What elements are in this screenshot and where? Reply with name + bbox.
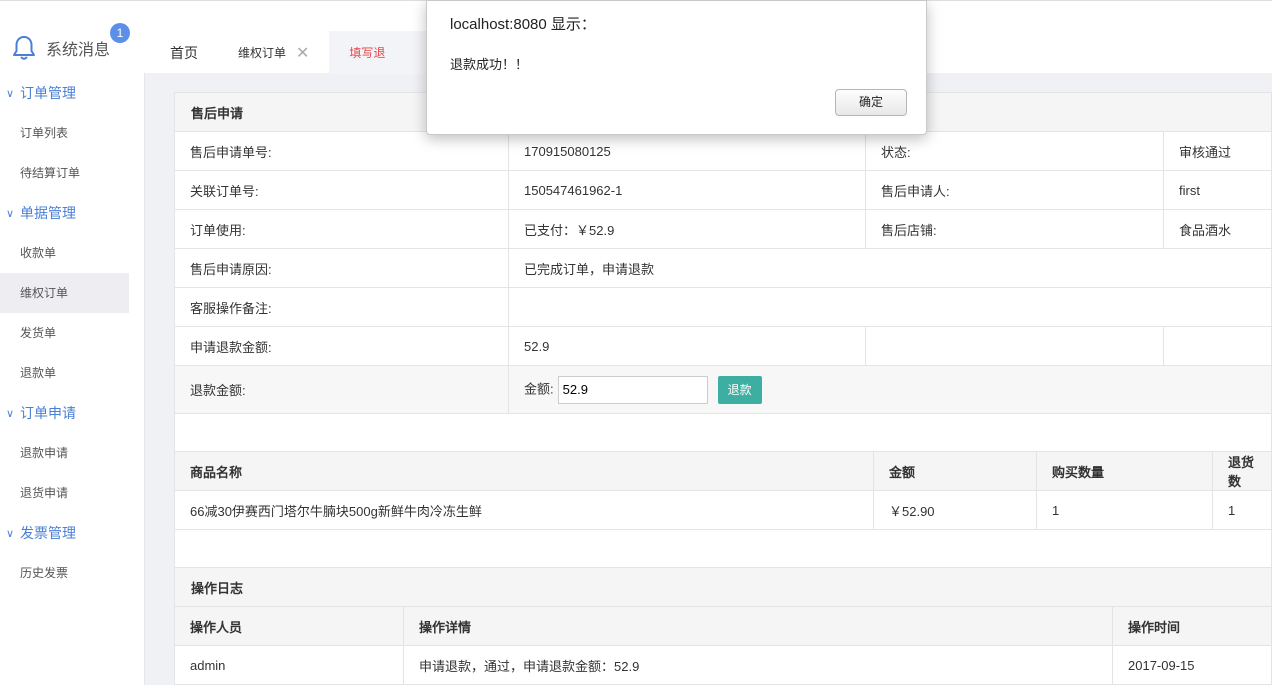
refund-button[interactable]: 退款 (717, 375, 762, 404)
sidebar-item-refund-requests[interactable]: 退款申请 (0, 433, 129, 473)
sidebar-group-label: 订单申请 (20, 405, 76, 421)
notification-badge: 1 (110, 23, 130, 43)
table-row: 66减30伊赛西门塔尔牛腩块500g新鲜牛肉冷冻生鲜 ￥52.90 1 1 (174, 490, 1272, 530)
tab-rights-orders[interactable]: 维权订单 ✕ (218, 31, 329, 74)
label-cell: 售后申请单号: (174, 131, 509, 171)
table-header-row: 操作人员 操作详情 操作时间 (174, 606, 1272, 646)
table-row: 售后申请单号: 170915080125 状态: 审核通过 (174, 131, 1272, 171)
label-cell: 申请退款金额: (174, 326, 509, 366)
system-messages-label: 系统消息 (46, 42, 111, 59)
spacer (174, 414, 1272, 451)
chevron-down-icon: ∨ (5, 527, 15, 540)
table-row: 售后申请原因: 已完成订单，申请退款 (174, 248, 1272, 288)
spacer (174, 530, 1272, 567)
alert-dialog: localhost:8080 显示： 退款成功！！ 确定 (426, 0, 927, 135)
table-row: 申请退款金额: 52.9 (174, 326, 1272, 366)
column-header: 购买数量 (1036, 451, 1213, 491)
amount-label: 金额: (524, 380, 554, 396)
label-cell: 关联订单号: (174, 170, 509, 210)
sidebar-group-orders[interactable]: ∨ 订单管理 (0, 73, 144, 113)
table-row: 客服操作备注: (174, 287, 1272, 327)
log-title: 操作日志 (174, 567, 1272, 606)
log-detail: 申请退款，通过，申请退款金额：52.9 (403, 645, 1113, 685)
sidebar-item-refunds[interactable]: 退款单 (0, 353, 129, 393)
sidebar-group-label: 订单管理 (20, 85, 76, 101)
product-qty: 1 (1036, 490, 1213, 530)
chevron-down-icon: ∨ (5, 207, 15, 220)
sidebar-item-shipping[interactable]: 发货单 (0, 313, 129, 353)
column-header: 操作时间 (1112, 606, 1272, 646)
value-cell: 已完成订单，申请退款 (508, 248, 1272, 288)
sidebar-item-return-requests[interactable]: 退货申请 (0, 473, 129, 513)
column-header: 金额 (873, 451, 1037, 491)
value-cell: 150547461962-1 (508, 170, 866, 210)
sidebar-item-rights-orders[interactable]: 维权订单 (0, 273, 129, 313)
sidebar-group-documents[interactable]: ∨ 单据管理 (0, 193, 144, 233)
tab-bar: 首页 维权订单 ✕ 填写退 (150, 31, 446, 74)
column-header: 退货数 (1212, 451, 1272, 491)
close-icon[interactable]: ✕ (296, 43, 309, 63)
tab-rights-orders-label: 维权订单 (238, 46, 287, 60)
products-table: 商品名称 金额 购买数量 退货数 66减30伊赛西门塔尔牛腩块500g新鲜牛肉冷… (174, 451, 1272, 530)
table-header-row: 商品名称 金额 购买数量 退货数 (174, 451, 1272, 491)
tab-fill-refund-label: 填写退 (349, 46, 386, 60)
tab-home-label: 首页 (170, 44, 198, 61)
sidebar-item-invoice-history[interactable]: 历史发票 (0, 553, 129, 593)
value-cell: 52.9 (508, 326, 866, 366)
value-cell: 170915080125 (508, 131, 866, 171)
sidebar-group-invoices[interactable]: ∨ 发票管理 (0, 513, 144, 553)
column-header: 商品名称 (174, 451, 874, 491)
sidebar-group-requests[interactable]: ∨ 订单申请 (0, 393, 144, 433)
label-cell: 售后申请原因: (174, 248, 509, 288)
label-cell: 状态: (865, 131, 1164, 171)
value-cell: first (1163, 170, 1272, 210)
log-table: 操作人员 操作详情 操作时间 admin 申请退款，通过，申请退款金额：52.9… (174, 606, 1272, 685)
ok-button[interactable]: 确定 (835, 89, 907, 116)
value-cell: 食品酒水 (1163, 209, 1272, 249)
label-cell: 售后申请人: (865, 170, 1164, 210)
table-row: admin 申请退款，通过，申请退款金额：52.9 2017-09-15 (174, 645, 1272, 685)
value-cell (508, 287, 1272, 327)
bell-icon (13, 36, 35, 60)
amount-input[interactable] (557, 375, 708, 404)
sidebar: ∨ 订单管理 订单列表 待结算订单 ∨ 单据管理 收款单 维权订单 发货单 退款… (0, 73, 145, 685)
sidebar-item-order-list[interactable]: 订单列表 (0, 113, 129, 153)
value-cell: 已支付：￥52.9 (508, 209, 866, 249)
aftersale-table: 售后申请单号: 170915080125 状态: 审核通过 关联订单号: 150… (174, 131, 1272, 414)
refund-cell: 金额: 退款 (508, 365, 1272, 414)
chevron-down-icon: ∨ (5, 87, 15, 100)
column-header: 操作详情 (403, 606, 1113, 646)
refund-amount-label: 退款金额: (174, 365, 509, 414)
table-row: 关联订单号: 150547461962-1 售后申请人: first (174, 170, 1272, 210)
empty-cell (1163, 326, 1272, 366)
product-name: 66减30伊赛西门塔尔牛腩块500g新鲜牛肉冷冻生鲜 (174, 490, 874, 530)
refund-row: 退款金额: 金额: 退款 (174, 365, 1272, 414)
chevron-down-icon: ∨ (5, 407, 15, 420)
system-messages[interactable]: 系统消息 (10, 34, 110, 62)
sidebar-item-receipts[interactable]: 收款单 (0, 233, 129, 273)
column-header: 操作人员 (174, 606, 404, 646)
label-cell: 售后店铺: (865, 209, 1164, 249)
label-cell: 订单使用: (174, 209, 509, 249)
label-cell: 客服操作备注: (174, 287, 509, 327)
product-return-qty: 1 (1212, 490, 1272, 530)
tab-home[interactable]: 首页 (150, 31, 218, 74)
empty-cell (865, 326, 1164, 366)
log-operator: admin (174, 645, 404, 685)
dialog-message: 退款成功！！ (450, 57, 529, 72)
table-row: 订单使用: 已支付：￥52.9 售后店铺: 食品酒水 (174, 209, 1272, 249)
sidebar-group-label: 单据管理 (20, 205, 76, 221)
sidebar-item-pending-settlement[interactable]: 待结算订单 (0, 153, 129, 193)
sidebar-group-label: 发票管理 (20, 525, 76, 541)
log-time: 2017-09-15 (1112, 645, 1272, 685)
value-cell: 审核通过 (1163, 131, 1272, 171)
dialog-title: localhost:8080 显示： (450, 16, 596, 33)
product-amount: ￥52.90 (873, 490, 1037, 530)
main-content: 售后申请 售后申请单号: 170915080125 状态: 审核通过 关联订单号… (174, 92, 1272, 685)
